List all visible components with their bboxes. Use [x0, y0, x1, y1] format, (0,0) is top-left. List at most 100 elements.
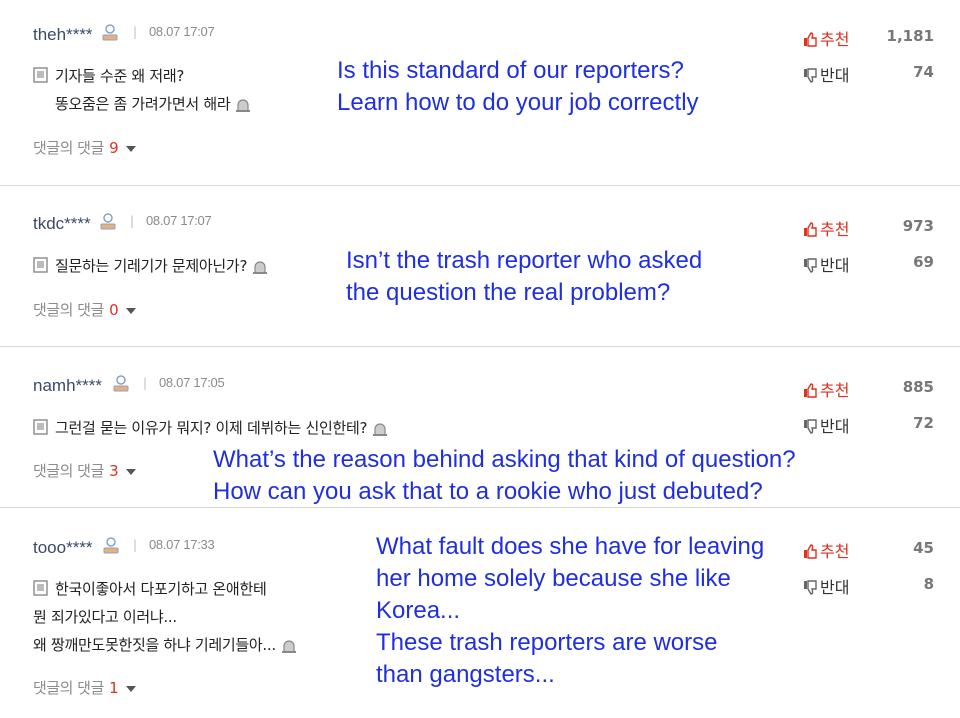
thumbs-up-icon	[804, 544, 817, 559]
separator: |	[130, 214, 135, 228]
user-icon	[100, 213, 116, 230]
comment-text-line: 뭔 죄가있다고 이러냐...	[33, 608, 177, 626]
comment-text: 그런걸 묻는 이유가 뭐지? 이제 데뷔하는 신인한테?	[55, 419, 368, 437]
replies-count: 3	[109, 462, 119, 480]
translation-line: Learn how to do your job correctly	[337, 89, 699, 116]
comment-text-line: 똥오줌은 좀 가려가면서 해라	[55, 93, 251, 114]
thumbs-up-icon	[804, 222, 817, 237]
comment-date: 08.07 17:05	[159, 375, 225, 390]
replies-count: 9	[109, 139, 119, 157]
translation-overlay: Isn’t the trash reporter who asked the q…	[346, 245, 702, 309]
upvote-label: 추천	[820, 30, 850, 49]
translation-line: What fault does she have for leaving	[376, 533, 765, 560]
comment-text-line: 왜 짱깨만도못한짓을 하냐 기레기들아...	[33, 634, 297, 655]
caret-down-icon	[126, 145, 137, 152]
user-icon	[102, 24, 118, 41]
translation-line: Korea...	[376, 597, 461, 624]
upvote-count: 45	[913, 539, 934, 557]
downvote-label: 반대	[820, 417, 850, 436]
upvote-count: 1,181	[886, 27, 934, 45]
replies-label: 댓글의 댓글	[33, 679, 104, 697]
upvote-count: 973	[902, 217, 934, 235]
replies-label: 댓글의 댓글	[33, 301, 104, 319]
comment-date: 08.07 17:33	[149, 537, 215, 552]
thumbs-down-icon	[804, 419, 817, 434]
username[interactable]: namh****	[33, 376, 102, 396]
translation-overlay: What fault does she have for leaving her…	[376, 531, 764, 691]
upvote-label: 추천	[820, 220, 850, 239]
comment-date: 08.07 17:07	[146, 213, 212, 228]
document-icon	[33, 419, 48, 435]
thumbs-up-icon	[804, 383, 817, 398]
comment-date: 08.07 17:07	[149, 24, 215, 39]
username[interactable]: theh****	[33, 25, 93, 45]
translation-line: How can you ask that to a rookie who jus…	[213, 478, 763, 505]
downvote-count: 69	[913, 253, 934, 271]
translation-overlay: Is this standard of our reporters? Learn…	[337, 55, 699, 119]
upvote-button[interactable]: 추천	[803, 216, 849, 240]
divider	[0, 507, 960, 508]
comment-text-line: 기자들 수준 왜 저래?	[55, 67, 185, 85]
translation-line: Is this standard of our reporters?	[337, 57, 684, 84]
downvote-label: 반대	[820, 578, 850, 597]
upvote-button[interactable]: 추천	[803, 538, 849, 562]
comment-text-line: 질문하는 기레기가 문제아닌가?	[55, 255, 268, 276]
replies-label: 댓글의 댓글	[33, 139, 104, 157]
upvote-label: 추천	[820, 542, 850, 561]
separator: |	[143, 376, 148, 390]
user-icon	[103, 537, 119, 554]
username[interactable]: tkdc****	[33, 214, 91, 234]
downvote-count: 72	[913, 414, 934, 432]
thumbs-down-icon	[804, 580, 817, 595]
translation-line: the question the real problem?	[346, 279, 671, 306]
report-icon[interactable]	[372, 422, 388, 436]
downvote-button[interactable]: 반대	[803, 413, 849, 437]
separator: |	[133, 25, 138, 39]
downvote-label: 반대	[820, 66, 850, 85]
caret-down-icon	[126, 685, 137, 692]
document-icon	[33, 580, 48, 596]
comment-text-line: 한국이좋아서 다포기하고 온애한테	[55, 580, 267, 598]
downvote-count: 8	[923, 575, 934, 593]
downvote-label: 반대	[820, 256, 850, 275]
translation-overlay: What’s the reason behind asking that kin…	[213, 444, 796, 508]
divider	[0, 185, 960, 186]
downvote-button[interactable]: 반대	[803, 574, 849, 598]
downvote-button[interactable]: 반대	[803, 62, 849, 86]
replies-toggle[interactable]: 댓글의 댓글 9	[33, 137, 137, 158]
upvote-label: 추천	[820, 381, 850, 400]
upvote-button[interactable]: 추천	[803, 26, 849, 50]
replies-label: 댓글의 댓글	[33, 462, 104, 480]
report-icon[interactable]	[252, 260, 268, 274]
upvote-button[interactable]: 추천	[803, 377, 849, 401]
document-icon	[33, 67, 48, 83]
thumbs-up-icon	[804, 32, 817, 47]
report-icon[interactable]	[235, 98, 251, 112]
replies-count: 0	[109, 301, 119, 319]
username[interactable]: tooo****	[33, 538, 93, 558]
translation-line: These trash reporters are worse	[376, 629, 718, 656]
comment-text: 질문하는 기레기가 문제아닌가?	[55, 257, 248, 275]
report-icon[interactable]	[281, 639, 297, 653]
user-icon	[113, 375, 129, 392]
comment-text: 왜 짱깨만도못한짓을 하냐 기레기들아...	[33, 636, 276, 654]
downvote-count: 74	[913, 63, 934, 81]
translation-line: than gangsters...	[376, 661, 555, 688]
translation-line: Isn’t the trash reporter who asked	[346, 247, 703, 274]
thumbs-down-icon	[804, 258, 817, 273]
comment-text: 똥오줌은 좀 가려가면서 해라	[55, 95, 231, 113]
upvote-count: 885	[902, 378, 934, 396]
comment-text-line: 그런걸 묻는 이유가 뭐지? 이제 데뷔하는 신인한테?	[55, 417, 388, 438]
replies-toggle[interactable]: 댓글의 댓글 1	[33, 677, 137, 698]
translation-line: her home solely because she like	[376, 565, 731, 592]
replies-toggle[interactable]: 댓글의 댓글 0	[33, 299, 137, 320]
downvote-button[interactable]: 반대	[803, 252, 849, 276]
translation-line: What’s the reason behind asking that kin…	[213, 446, 796, 473]
separator: |	[133, 538, 138, 552]
replies-toggle[interactable]: 댓글의 댓글 3	[33, 460, 137, 481]
divider	[0, 346, 960, 347]
document-icon	[33, 257, 48, 273]
caret-down-icon	[126, 468, 137, 475]
replies-count: 1	[109, 679, 119, 697]
caret-down-icon	[126, 307, 137, 314]
